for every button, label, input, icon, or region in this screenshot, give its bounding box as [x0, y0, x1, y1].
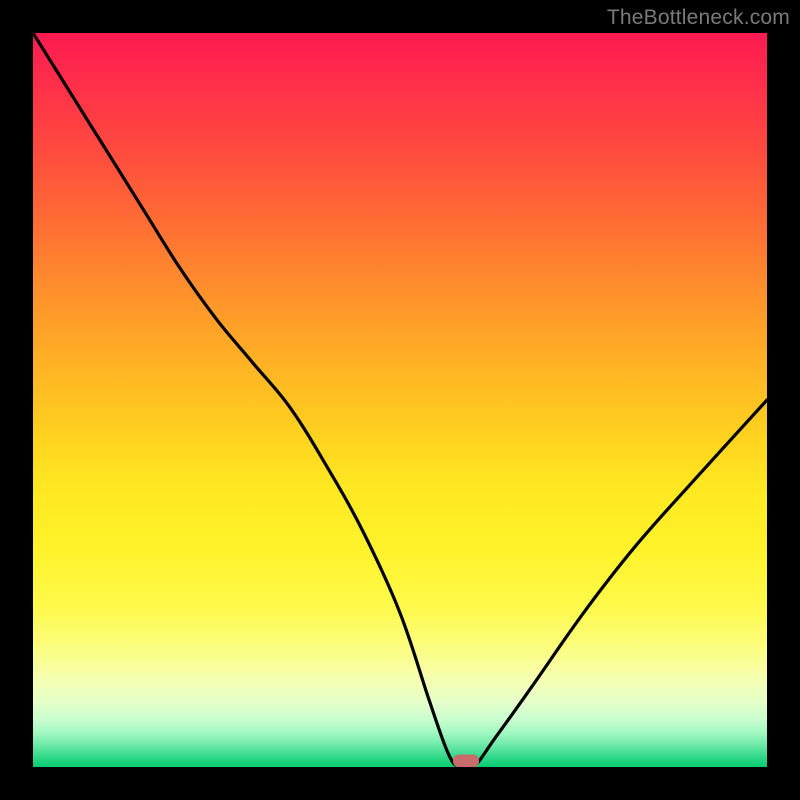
background-gradient	[33, 33, 767, 767]
plot-area	[33, 33, 767, 767]
optimum-marker	[453, 755, 479, 768]
watermark-text: TheBottleneck.com	[607, 6, 790, 30]
chart-stage: TheBottleneck.com	[0, 0, 800, 800]
